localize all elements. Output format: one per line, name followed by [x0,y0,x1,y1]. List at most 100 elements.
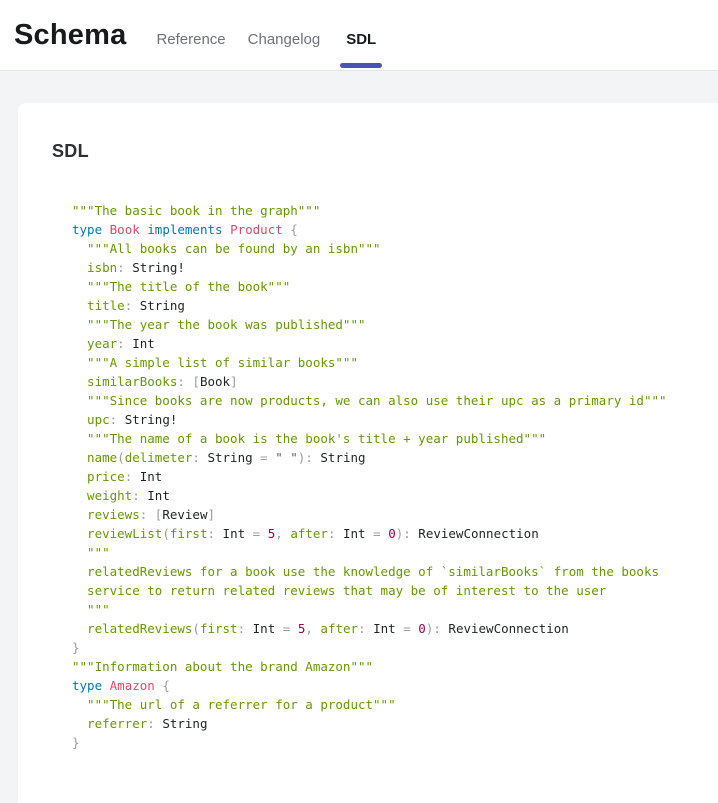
code-token-attr: similarBooks [72,374,177,389]
code-token-punc: , [305,621,313,636]
code-token-kw: implements [147,222,222,237]
tab-sdl[interactable]: SDL [342,31,380,48]
code-line: """Information about the brand Amazon""" [72,657,698,676]
code-line: """ [72,543,698,562]
code-token-str: """ [72,602,110,617]
code-token-cls: Book [110,222,140,237]
code-token-plain: Int [132,469,162,484]
code-token-punc: ( [117,450,125,465]
code-line: """All books can be found by an isbn""" [72,239,698,258]
tab-sdl-label: SDL [346,31,376,48]
code-line: """The name of a book is the book's titl… [72,429,698,448]
code-token-str: """The year the book was published""" [72,317,366,332]
code-token-punc: ): [298,450,313,465]
tab-changelog[interactable]: Changelog [248,31,321,48]
tab-reference[interactable]: Reference [156,31,225,48]
code-token-plain: Int [245,621,283,636]
code-token-kw: type [72,678,102,693]
code-token-punc: : [117,336,125,351]
code-token-plain [102,678,110,693]
code-token-cls: Amazon [110,678,155,693]
code-token-punc: ): [396,526,411,541]
code-token-punc: ( [162,526,170,541]
code-token-str: service to return related reviews that m… [72,583,606,598]
page-title: Schema [14,0,126,70]
code-token-attr: first [200,621,238,636]
code-token-plain [102,222,110,237]
code-token-plain [260,526,268,541]
code-token-plain: ReviewConnection [411,526,539,541]
code-token-punc: { [162,678,170,693]
code-line: name(delimeter: String = " "): String [72,448,698,467]
code-token-plain: String [155,716,208,731]
code-token-str: """The url of a referrer for a product""… [72,697,396,712]
code-token-plain [290,621,298,636]
code-token-attr: reviews [72,507,140,522]
code-token-str: """The title of the book""" [72,279,290,294]
code-token-plain [147,507,155,522]
code-line: price: Int [72,467,698,486]
code-token-attr: year [72,336,117,351]
code-token-punc: = [403,621,411,636]
code-token-str: """Since books are now products, we can … [72,393,667,408]
code-token-attr: referrer [72,716,147,731]
code-token-plain: Int [335,526,373,541]
code-token-punc: [ [192,374,200,389]
code-token-str: relatedReviews for a book use the knowle… [72,564,659,579]
code-token-attr: reviewList [72,526,162,541]
sdl-code: """The basic book in the graph""" type Bo… [72,201,698,752]
code-line: } [72,638,698,657]
code-line: """The basic book in the graph""" [72,201,698,220]
code-token-plain: Book [200,374,230,389]
tab-bar: Reference Changelog SDL [156,31,380,48]
code-line: reviewList(first: Int = 5, after: Int = … [72,524,698,543]
code-line: """The url of a referrer for a product""… [72,695,698,714]
code-line: relatedReviews(first: Int = 5, after: In… [72,619,698,638]
code-token-qstr: " " [275,450,298,465]
code-token-plain: Int [215,526,253,541]
code-token-plain: String! [125,260,185,275]
code-token-plain [223,222,231,237]
code-token-cls: Product [230,222,283,237]
code-token-attr: after [290,526,328,541]
code-token-attr: relatedReviews [72,621,192,636]
code-token-attr: first [170,526,208,541]
code-line: service to return related reviews that m… [72,581,698,600]
code-token-str: """ [72,545,110,560]
code-token-plain: Review [162,507,207,522]
code-token-plain: String [200,450,260,465]
sdl-heading: SDL [52,141,698,162]
code-token-attr: isbn [72,260,117,275]
code-token-attr: title [72,298,125,313]
code-token-plain: ReviewConnection [441,621,569,636]
code-token-attr: delimeter [125,450,193,465]
code-token-punc: : [192,450,200,465]
code-token-str: """The basic book in the graph""" [72,203,320,218]
code-line: year: Int [72,334,698,353]
code-line: } [72,733,698,752]
page-body: SDL """The basic book in the graph""" typ… [0,103,718,777]
code-token-plain: String [132,298,185,313]
code-token-punc: : [117,260,125,275]
code-line: referrer: String [72,714,698,733]
code-token-punc: : [177,374,185,389]
code-token-punc: ( [192,621,200,636]
code-line: """The year the book was published""" [72,315,698,334]
code-token-punc: ] [207,507,215,522]
code-token-attr: name [72,450,117,465]
code-token-attr: upc [72,412,110,427]
code-token-attr: price [72,469,125,484]
code-token-punc: , [275,526,283,541]
code-token-punc: : [238,621,246,636]
code-line: upc: String! [72,410,698,429]
code-line: title: String [72,296,698,315]
code-token-punc: } [72,640,80,655]
code-token-plain: Int [140,488,170,503]
code-line: isbn: String! [72,258,698,277]
code-line: """The title of the book""" [72,277,698,296]
code-line: weight: Int [72,486,698,505]
code-token-attr: weight [72,488,132,503]
code-line: relatedReviews for a book use the knowle… [72,562,698,581]
sdl-card: SDL """The basic book in the graph""" typ… [18,103,718,803]
code-token-punc: { [290,222,298,237]
